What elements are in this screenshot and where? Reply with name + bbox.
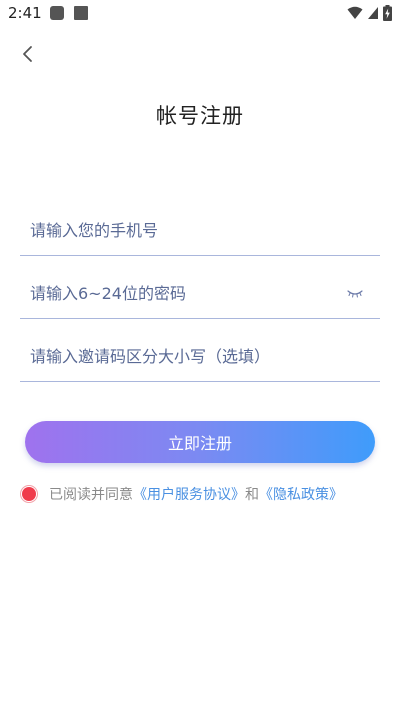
- register-button[interactable]: 立即注册: [25, 421, 375, 463]
- back-button[interactable]: [14, 40, 42, 68]
- signal-icon: [368, 7, 378, 19]
- phone-field: [20, 205, 380, 256]
- password-visibility-toggle[interactable]: [346, 285, 364, 299]
- notification-icon: [74, 6, 88, 20]
- phone-input[interactable]: [30, 205, 340, 255]
- agreement-radio[interactable]: [20, 485, 38, 503]
- status-time: 2:41: [8, 4, 42, 22]
- privacy-policy-link[interactable]: 《隐私政策》: [259, 484, 343, 504]
- wifi-icon: [347, 6, 363, 19]
- eye-closed-icon: [347, 290, 363, 298]
- chevron-left-icon: [23, 46, 32, 62]
- agreement-prefix: 已阅读并同意: [49, 487, 133, 503]
- status-bar: 2:41: [0, 0, 400, 28]
- page-title: 帐号注册: [156, 104, 244, 128]
- password-field: [20, 268, 380, 319]
- radio-checked-dot: [22, 487, 36, 501]
- password-input[interactable]: [30, 268, 340, 318]
- battery-charging-icon: [383, 5, 392, 21]
- status-indicators: [347, 5, 392, 21]
- notification-icon: [50, 6, 64, 20]
- agreement-and: 和: [245, 487, 259, 503]
- agreement-row: 已阅读并同意 《用户服务协议》 和 《隐私政策》: [20, 483, 390, 505]
- terms-of-service-link[interactable]: 《用户服务协议》: [133, 484, 245, 504]
- invite-code-input[interactable]: [30, 331, 340, 381]
- invite-code-field: [20, 331, 380, 382]
